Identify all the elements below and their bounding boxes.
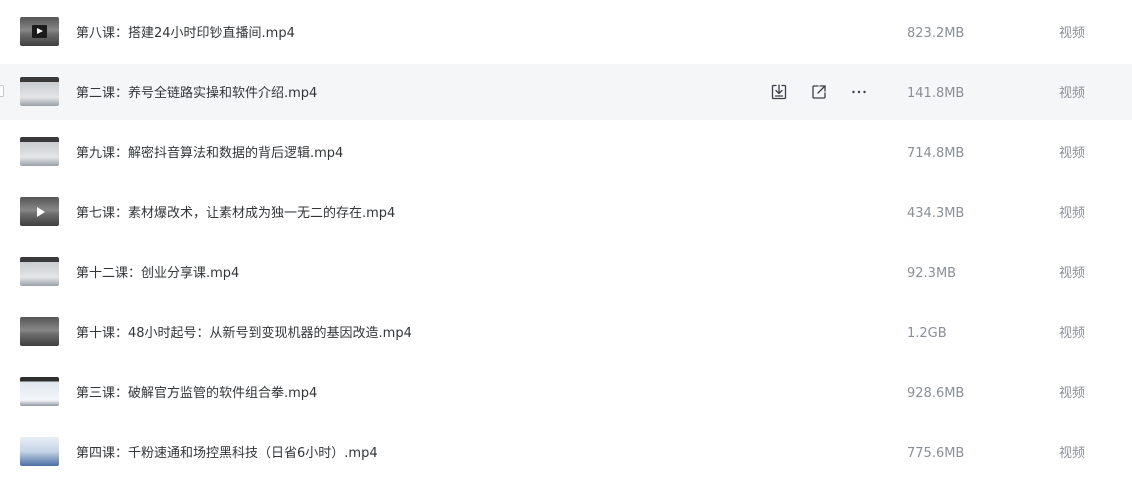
- file-type: 视频: [1059, 86, 1086, 101]
- share-icon: [812, 85, 826, 99]
- file-list: 第八课：搭建24小时印钞直播间.mp4 823.2MB 视频 第二课：养号全链路…: [0, 0, 1132, 486]
- file-row[interactable]: 第三课：破解官方监管的软件组合拳.mp4 928.6MB 视频: [0, 364, 1132, 420]
- file-name[interactable]: 第七课：素材爆改术，让素材成为独一无二的存在.mp4: [76, 184, 395, 240]
- file-name[interactable]: 第三课：破解官方监管的软件组合拳.mp4: [76, 364, 317, 420]
- video-thumbnail: [20, 137, 59, 166]
- more-button[interactable]: [848, 81, 870, 103]
- video-thumbnail: [20, 197, 59, 226]
- file-row[interactable]: 第十二课：创业分享课.mp4 92.3MB 视频: [0, 244, 1132, 300]
- video-thumbnail: [20, 317, 59, 346]
- file-name[interactable]: 第四课：千粉速通和场控黑科技（日省6小时）.mp4: [76, 424, 378, 480]
- file-name[interactable]: 第九课：解密抖音算法和数据的背后逻辑.mp4: [76, 124, 343, 180]
- share-button[interactable]: [808, 81, 830, 103]
- file-size: 775.6MB: [907, 446, 965, 461]
- file-type: 视频: [1059, 146, 1086, 161]
- file-type: 视频: [1059, 386, 1086, 401]
- download-icon: [771, 84, 787, 100]
- file-size: 92.3MB: [907, 266, 957, 281]
- file-row[interactable]: 第七课：素材爆改术，让素材成为独一无二的存在.mp4 434.3MB 视频: [0, 184, 1132, 240]
- file-row[interactable]: 第二课：养号全链路实操和软件介绍.mp4 141.8MB 视频: [0, 64, 1132, 120]
- file-name[interactable]: 第八课：搭建24小时印钞直播间.mp4: [76, 4, 295, 60]
- file-row[interactable]: 第十课：48小时起号：从新号到变现机器的基因改造.mp4 1.2GB 视频: [0, 304, 1132, 360]
- file-size: 714.8MB: [907, 146, 965, 161]
- file-name[interactable]: 第二课：养号全链路实操和软件介绍.mp4: [76, 64, 317, 120]
- file-row[interactable]: 第四课：千粉速通和场控黑科技（日省6小时）.mp4 775.6MB 视频: [0, 424, 1132, 480]
- more-icon: [852, 90, 866, 94]
- play-icon: [32, 25, 47, 38]
- file-size: 928.6MB: [907, 386, 965, 401]
- play-icon: [36, 206, 45, 217]
- file-type: 视频: [1059, 206, 1086, 221]
- row-actions: [768, 81, 888, 103]
- download-button[interactable]: [768, 81, 790, 103]
- video-thumbnail: [20, 257, 59, 286]
- file-type: 视频: [1059, 326, 1086, 341]
- video-thumbnail: [20, 77, 59, 106]
- file-name[interactable]: 第十课：48小时起号：从新号到变现机器的基因改造.mp4: [76, 304, 412, 360]
- file-type: 视频: [1059, 26, 1086, 41]
- video-thumbnail: [20, 437, 59, 466]
- file-type: 视频: [1059, 266, 1086, 281]
- video-thumbnail: [20, 377, 59, 406]
- file-size: 141.8MB: [907, 86, 965, 101]
- file-type: 视频: [1059, 446, 1086, 461]
- file-row[interactable]: 第九课：解密抖音算法和数据的背后逻辑.mp4 714.8MB 视频: [0, 124, 1132, 180]
- file-size: 1.2GB: [907, 326, 947, 341]
- file-size: 434.3MB: [907, 206, 965, 221]
- video-thumbnail: [20, 17, 59, 46]
- file-row[interactable]: 第八课：搭建24小时印钞直播间.mp4 823.2MB 视频: [0, 4, 1132, 60]
- row-checkbox[interactable]: [0, 85, 4, 97]
- file-size: 823.2MB: [907, 26, 965, 41]
- file-name[interactable]: 第十二课：创业分享课.mp4: [76, 244, 239, 300]
